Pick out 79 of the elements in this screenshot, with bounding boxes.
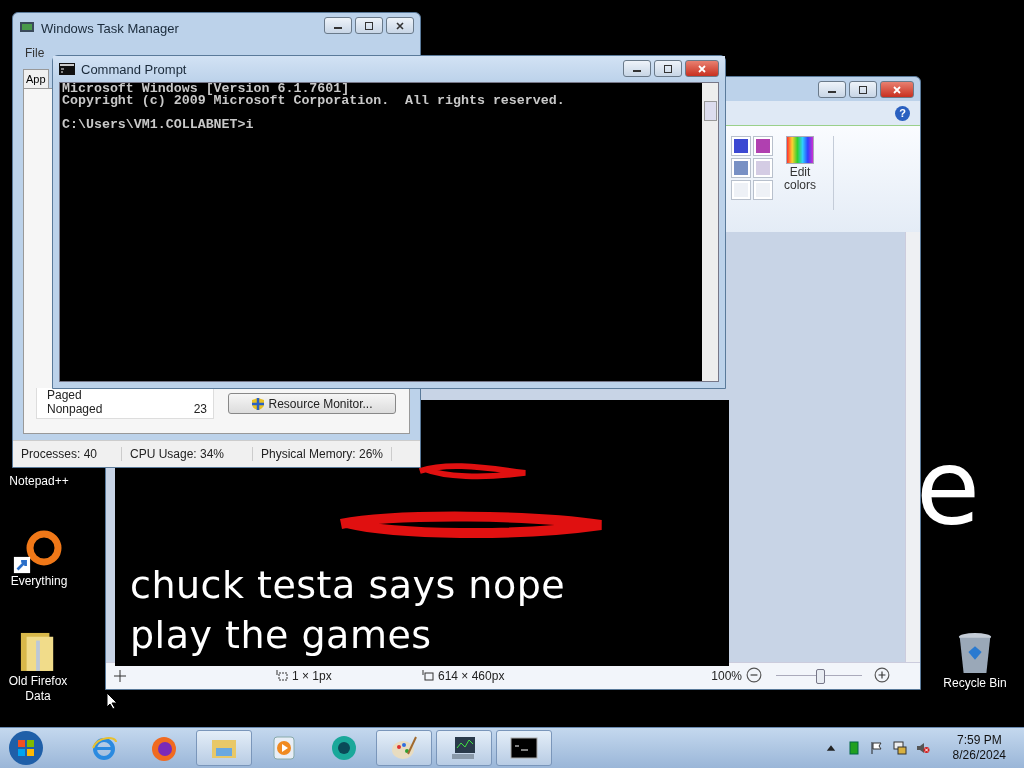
console-line: Microsoft Windows [Version 6.1.7601] (62, 83, 350, 95)
window-title: Command Prompt (81, 61, 187, 77)
move-icon (114, 670, 126, 682)
taskbar-button[interactable] (436, 730, 492, 766)
palette-icon (390, 734, 418, 762)
ring-drawing (24, 528, 64, 568)
edit-colors-button[interactable]: Edit colors (779, 136, 821, 192)
color-swatch[interactable] (731, 136, 751, 156)
maximize-button[interactable] (849, 81, 877, 98)
monitor-icon (450, 734, 478, 762)
color-swatch[interactable] (731, 180, 751, 200)
status-text: CPU Usage: 34% (122, 447, 253, 461)
close-icon (697, 63, 707, 74)
memory-value: 23 (193, 402, 207, 416)
tab[interactable]: App (23, 69, 49, 88)
clock[interactable]: 7:59 PM 8/26/2024 (952, 733, 1006, 763)
image-size-icon (422, 670, 434, 682)
color-swatch[interactable] (731, 158, 751, 178)
wallpaper-text: e (916, 436, 980, 540)
color-swatch[interactable] (753, 180, 773, 200)
console-line: Copyright (c) 2009 Microsoft Corporation. All rights reserved. (62, 95, 566, 107)
close-icon (892, 84, 902, 95)
minimize-button[interactable] (818, 81, 846, 98)
taskbar-button[interactable] (496, 730, 552, 766)
close-button[interactable] (685, 60, 719, 77)
desktop-icon-label[interactable]: Everything (2, 574, 76, 589)
canvas-text: play the games (130, 612, 433, 659)
shield-icon (251, 396, 266, 411)
scrollbar[interactable] (702, 83, 718, 381)
color-swatch[interactable] (753, 136, 773, 156)
maximize-icon (364, 20, 374, 31)
canvas-text: chuck testa says nope (130, 562, 567, 609)
muted-speaker-icon[interactable] (915, 741, 930, 755)
minimize-button[interactable] (623, 60, 651, 77)
image-size: 614 × 460px (438, 669, 505, 683)
play-icon (270, 734, 298, 762)
close-button[interactable] (386, 17, 414, 34)
status-text: Processes: 40 (13, 447, 122, 461)
color-swatch[interactable] (753, 158, 773, 178)
zoom-in-button[interactable] (874, 667, 892, 685)
zoom-level: 100% (711, 669, 742, 683)
console-icon (510, 734, 538, 762)
scrollbar[interactable] (905, 232, 920, 662)
help-button[interactable]: ? (895, 105, 910, 121)
minimize-button[interactable] (324, 17, 352, 34)
zoom-out-button[interactable] (746, 667, 764, 685)
color-spectrum-icon (786, 136, 814, 164)
memory-label: Paged (47, 388, 82, 402)
close-icon (395, 20, 405, 31)
resource-monitor-button[interactable]: Resource Monitor... (228, 393, 396, 414)
minimize-icon (828, 91, 836, 93)
window-title: Windows Task Manager (41, 20, 179, 36)
memory-label: Nonpaged (47, 402, 103, 416)
browser-ring-icon (90, 734, 118, 762)
status-text: Physical Memory: 26% (253, 447, 393, 461)
desktop-icon-label[interactable]: Recycle Bin (938, 676, 1012, 691)
desktop-icon-label[interactable]: Old Firefox Data (1, 674, 75, 704)
maximize-icon (858, 84, 868, 95)
selection-size: 1 × 1px (292, 669, 332, 683)
network-icon[interactable] (892, 741, 907, 755)
desktop-icon-label[interactable]: Notepad++ (2, 474, 76, 489)
mouse-pointer-icon (106, 692, 118, 710)
maximize-icon (663, 63, 673, 74)
console-prompt: C:\Users\VM1.COLLABNET>i (62, 119, 255, 131)
clock-date: 8/26/2024 (952, 748, 1006, 763)
close-button[interactable] (880, 81, 914, 98)
start-button[interactable] (6, 728, 46, 768)
minimize-icon (334, 27, 342, 29)
battery-icon[interactable] (846, 741, 861, 755)
maximize-button[interactable] (654, 60, 682, 77)
recycle-bin-icon[interactable] (956, 630, 994, 676)
selection-icon (276, 670, 288, 682)
clock-time: 7:59 PM (956, 733, 1002, 748)
minimize-icon (633, 70, 641, 72)
maximize-button[interactable] (355, 17, 383, 34)
fox-globe-icon (150, 734, 178, 762)
console-icon (59, 63, 75, 75)
menu-item[interactable]: File (25, 46, 45, 60)
flag-icon[interactable] (869, 741, 884, 755)
